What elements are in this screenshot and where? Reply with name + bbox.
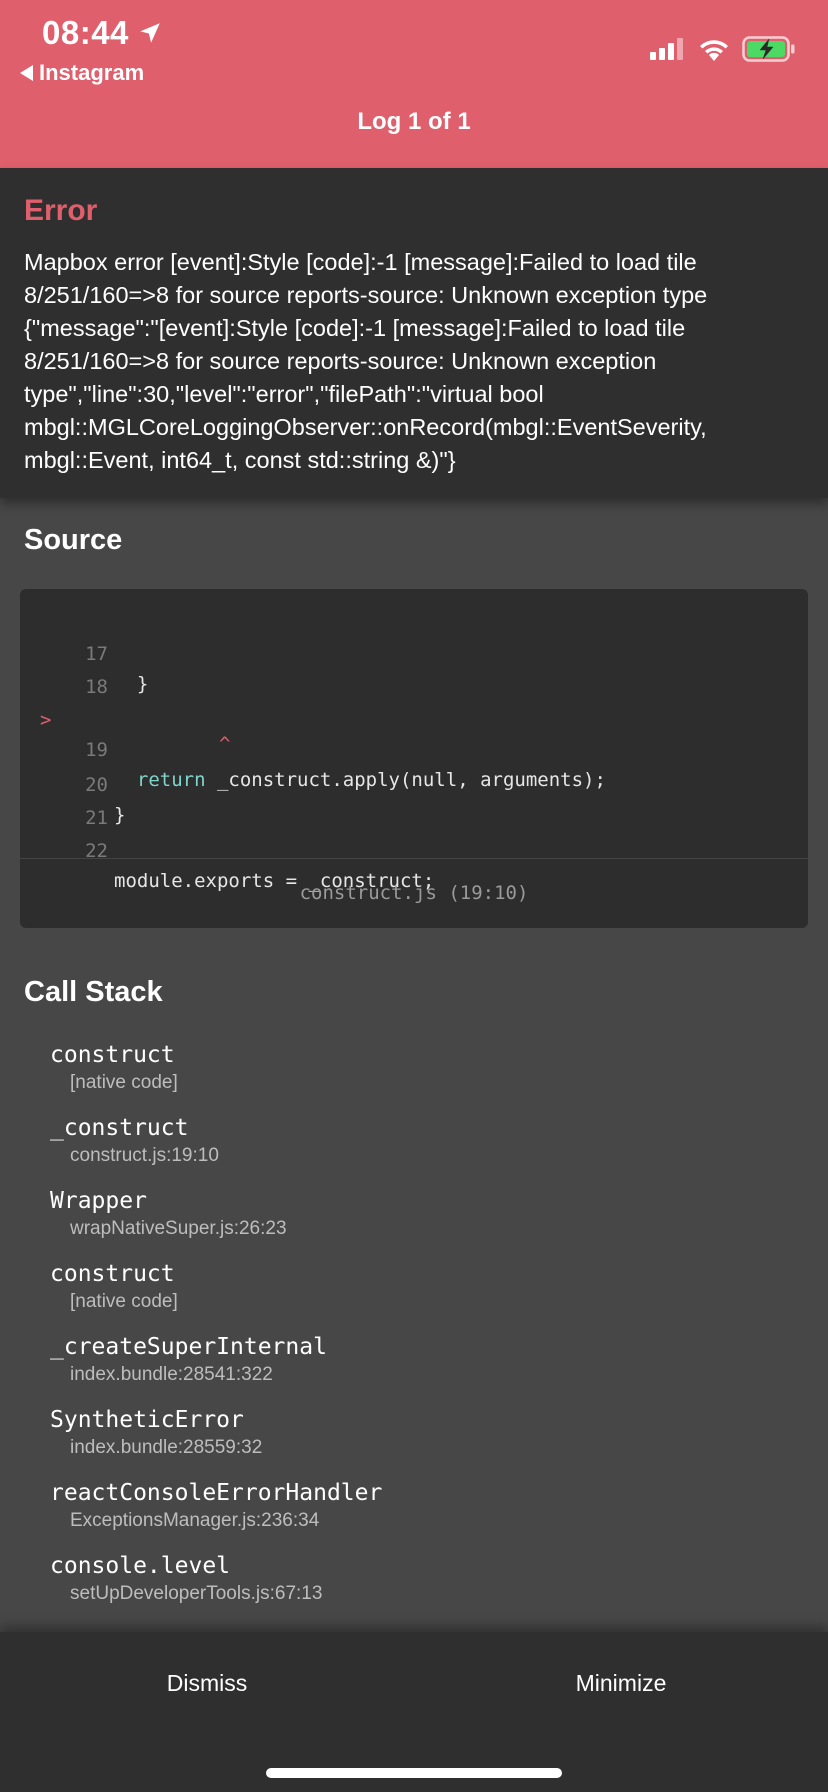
status-icons	[650, 36, 796, 62]
stack-frame[interactable]: console.level setUpDeveloperTools.js:67:…	[50, 1551, 322, 1607]
error-title: Error	[24, 194, 98, 227]
status-time: 08:44	[42, 14, 163, 52]
frame-function: console.level	[50, 1553, 231, 1579]
frame-location: index.bundle:28559:32	[70, 1437, 263, 1458]
source-code-box[interactable]: 17 } 18 > 19 return _construct.apply(nul…	[20, 589, 808, 928]
cellular-signal-icon	[650, 38, 683, 60]
battery-charging-icon	[742, 36, 795, 62]
stack-frame[interactable]: construct [native code]	[50, 1040, 178, 1096]
frame-function: _createSuperInternal	[50, 1334, 327, 1360]
stack-frame[interactable]: reactConsoleErrorHandler ExceptionsManag…	[50, 1478, 382, 1534]
frame-location: construct.js:19:10	[70, 1145, 219, 1166]
frame-location: wrapNativeSuper.js:26:23	[70, 1218, 287, 1239]
frame-function: construct	[50, 1261, 175, 1287]
wifi-icon	[700, 40, 728, 61]
stack-frame[interactable]: _createSuperInternal index.bundle:28541:…	[50, 1332, 327, 1388]
code-line: 17 }	[20, 609, 808, 695]
stack-frame[interactable]: SyntheticError index.bundle:28559:32	[50, 1405, 262, 1461]
error-panel: Error Mapbox error [event]:Style [code]:…	[0, 168, 828, 498]
frame-location: setUpDeveloperTools.js:67:13	[70, 1583, 323, 1604]
back-triangle-icon	[20, 65, 33, 81]
back-to-app-link[interactable]: Instagram	[20, 60, 144, 86]
code-line: 18	[20, 642, 808, 698]
frame-location: ExceptionsManager.js:236:34	[70, 1510, 320, 1531]
frame-location: index.bundle:28541:322	[70, 1364, 273, 1385]
frame-function: construct	[50, 1042, 175, 1068]
stack-frame[interactable]: _construct construct.js:19:10	[50, 1113, 219, 1169]
stack-frame[interactable]: construct [native code]	[50, 1259, 178, 1315]
call-stack-title: Call Stack	[24, 976, 163, 1008]
dismiss-button[interactable]: Dismiss	[0, 1670, 414, 1697]
stack-frame[interactable]: Wrapper wrapNativeSuper.js:26:23	[50, 1186, 287, 1242]
code-line: 20 }	[20, 740, 808, 826]
page-title: Log 1 of 1	[357, 108, 471, 135]
status-time-text: 08:44	[42, 14, 129, 51]
location-arrow-icon	[140, 23, 160, 43]
frame-location: [native code]	[70, 1291, 178, 1312]
code-caret-line: ^	[20, 699, 808, 755]
frame-location: [native code]	[70, 1072, 178, 1093]
frame-function: reactConsoleErrorHandler	[50, 1480, 383, 1506]
code-line: 21	[20, 773, 808, 829]
minimize-button[interactable]: Minimize	[414, 1670, 828, 1697]
frame-function: SyntheticError	[50, 1407, 244, 1433]
frame-function: Wrapper	[50, 1188, 147, 1214]
home-indicator[interactable]	[266, 1768, 562, 1778]
back-app-label: Instagram	[39, 60, 145, 85]
code-line: 22 module.exports = _construct;	[20, 806, 808, 892]
source-title: Source	[24, 524, 123, 556]
bottom-action-bar: Dismiss Minimize	[0, 1632, 828, 1792]
error-message: Mapbox error [event]:Style [code]:-1 [me…	[24, 249, 708, 473]
source-file-location[interactable]: construct.js (19:10)	[20, 859, 808, 928]
log-header: 08:44 Instagram Log 1 of 1	[0, 0, 828, 168]
frame-function: _construct	[50, 1115, 189, 1141]
